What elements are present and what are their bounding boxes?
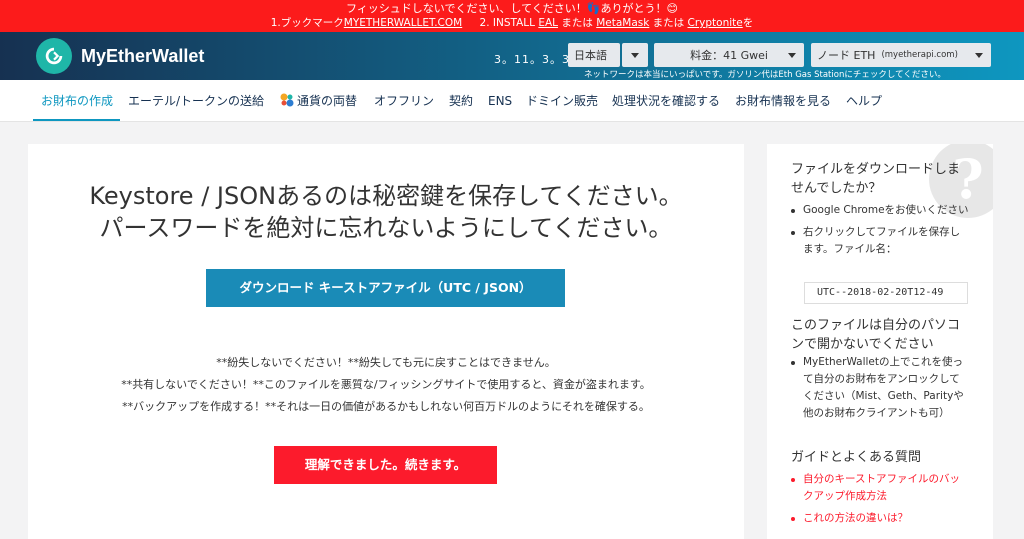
logo-icon (36, 38, 72, 74)
banner-step1-prefix: 1.ブックマーク (270, 17, 344, 29)
page-title-line1: Keystore / JSONあるのは秘密鍵を保存してください。 (89, 182, 683, 210)
logo[interactable]: MyEtherWallet (36, 38, 204, 74)
version-label: 3。11。3。3 (494, 53, 570, 66)
tab-send[interactable]: エーテル/トークンの送給 (128, 80, 264, 121)
tab-contracts[interactable]: 契約 (449, 80, 473, 121)
metamask-link[interactable]: MetaMask (596, 17, 649, 29)
chevron-down-icon (631, 52, 639, 58)
sidebar-tips-list: Google Chromeをお使いください 右クリックしてファイルを保存します。… (789, 202, 969, 263)
bookmark-link[interactable]: MYETHERWALLET.COM (344, 17, 462, 29)
tab-help[interactable]: ヘルプ (846, 80, 882, 121)
tab-swap-label: 通貨の両替 (297, 94, 358, 108)
node-provider: (myetherapi.com) (881, 50, 958, 60)
banner-line2: 1.ブックマークMYETHERWALLET.COM 2. INSTALL EAL… (0, 16, 1024, 31)
banner-or-1: または (561, 17, 593, 29)
tab-domain-sale[interactable]: ドミイン販売 (526, 80, 598, 121)
banner-step2-prefix: 2. INSTALL (479, 17, 535, 29)
tab-offline[interactable]: オフフリン (374, 80, 434, 121)
list-item: Google Chromeをお使いください (789, 202, 969, 219)
sidebar-heading-guides: ガイドとよくある質問 (791, 450, 922, 465)
tab-generate-wallet[interactable]: お財布の作成 (33, 80, 120, 121)
tab-swap[interactable]: 通貨の両替 (280, 80, 357, 121)
app-name: MyEtherWallet (81, 45, 205, 66)
language-label: 日本語 (574, 49, 607, 62)
save-keystore-panel: Keystore / JSONあるのは秘密鍵を保存してください。 パースワードを… (28, 144, 744, 539)
sidebar-tips-list-2: MyEtherWalletの上でこれを使って自分のお財布をアンロックしてください… (789, 354, 969, 427)
banner-suffix: を (742, 17, 754, 29)
warning-make-backup: **バックアップを作成する！**それは一日の価値があるかもしれない何百万ドルのよ… (122, 400, 650, 413)
language-dropdown-button[interactable] (622, 43, 648, 67)
warning-do-not-share: **共有しないでください！**このファイルを悪質な/フィッシングサイトで使用する… (121, 378, 651, 391)
list-item: 右クリックしてファイルを保存します。ファイル名： (789, 224, 969, 258)
help-sidebar: ? ファイルをダウンロードしませんでしたか？ Google Chromeをお使い… (767, 144, 993, 539)
download-keystore-button[interactable]: ダウンロード キーストアファイル（UTC / JSON） (206, 269, 565, 307)
tab-ens[interactable]: ENS (488, 80, 512, 121)
page-title-line2: パースワードを絶対に忘れないようにしてください。 (99, 214, 673, 242)
swap-icon (280, 93, 294, 107)
cryptonite-link[interactable]: Cryptonite (688, 17, 743, 29)
gas-price-select[interactable]: 料金：41 Gwei (654, 43, 804, 67)
sidebar-heading-do-not-open: このファイルは自分のパソコンで開かないでください (791, 318, 961, 352)
main-nav: お財布の作成 エーテル/トークンの送給 通貨の両替 オフフリン 契約 ENS ド… (0, 80, 1024, 122)
phishing-warning-banner: フィッシュドしないでください、してください！👣ありがとう！😊 1.ブックマークM… (0, 0, 1024, 32)
chevron-down-icon (788, 53, 796, 58)
guide-link-differences[interactable]: これの方法の違いは？ (789, 510, 969, 527)
tab-check-tx-status[interactable]: 処理状況を確認する (612, 80, 720, 121)
warning-do-not-lose: **紛失しないでください！**紛失しても元に戻すことはできません。 (216, 356, 556, 369)
eal-link[interactable]: EAL (538, 17, 558, 29)
node-network: ETH (853, 48, 876, 62)
node-select[interactable]: ノード ETH (myetherapi.com) (811, 43, 991, 67)
guide-link-backup[interactable]: 自分のキーストアファイルのバックアップ作成方法 (789, 471, 969, 505)
network-congestion-note: ネットワークは本当にいっぱいです。ガソリン代はEth Gas Stationにチ… (584, 70, 946, 80)
page-title: Keystore / JSONあるのは秘密鍵を保存してください。 パースワードを… (28, 180, 744, 244)
banner-or-2: または (652, 17, 685, 29)
chevron-down-icon (975, 53, 983, 58)
warning-list: **紛失しないでください！**紛失しても元に戻すことはできません。 **共有しな… (28, 352, 744, 418)
language-select[interactable]: 日本語 (568, 43, 620, 67)
list-item: MyEtherWalletの上でこれを使って自分のお財布をアンロックしてください… (789, 354, 969, 422)
node-prefix: ノード (817, 49, 850, 62)
gas-price-label: 料金：41 Gwei (690, 49, 768, 62)
banner-line1: フィッシュドしないでください、してください！👣ありがとう！😊 (346, 2, 678, 15)
guide-links-list: 自分のキーストアファイルのバックアップ作成方法 これの方法の違いは？ (789, 471, 969, 532)
keystore-filename-field[interactable]: UTC--2018-02-20T12-49 (804, 282, 968, 304)
sidebar-heading-not-downloaded: ファイルをダウンロードしませんでしたか？ (791, 162, 961, 196)
tab-view-wallet-info[interactable]: お財布情報を見る (735, 80, 831, 121)
continue-button[interactable]: 理解できました。続きます。 (274, 446, 497, 484)
header-bar: MyEtherWallet 3。11。3。3 日本語 料金：41 Gwei ノー… (0, 32, 1024, 80)
